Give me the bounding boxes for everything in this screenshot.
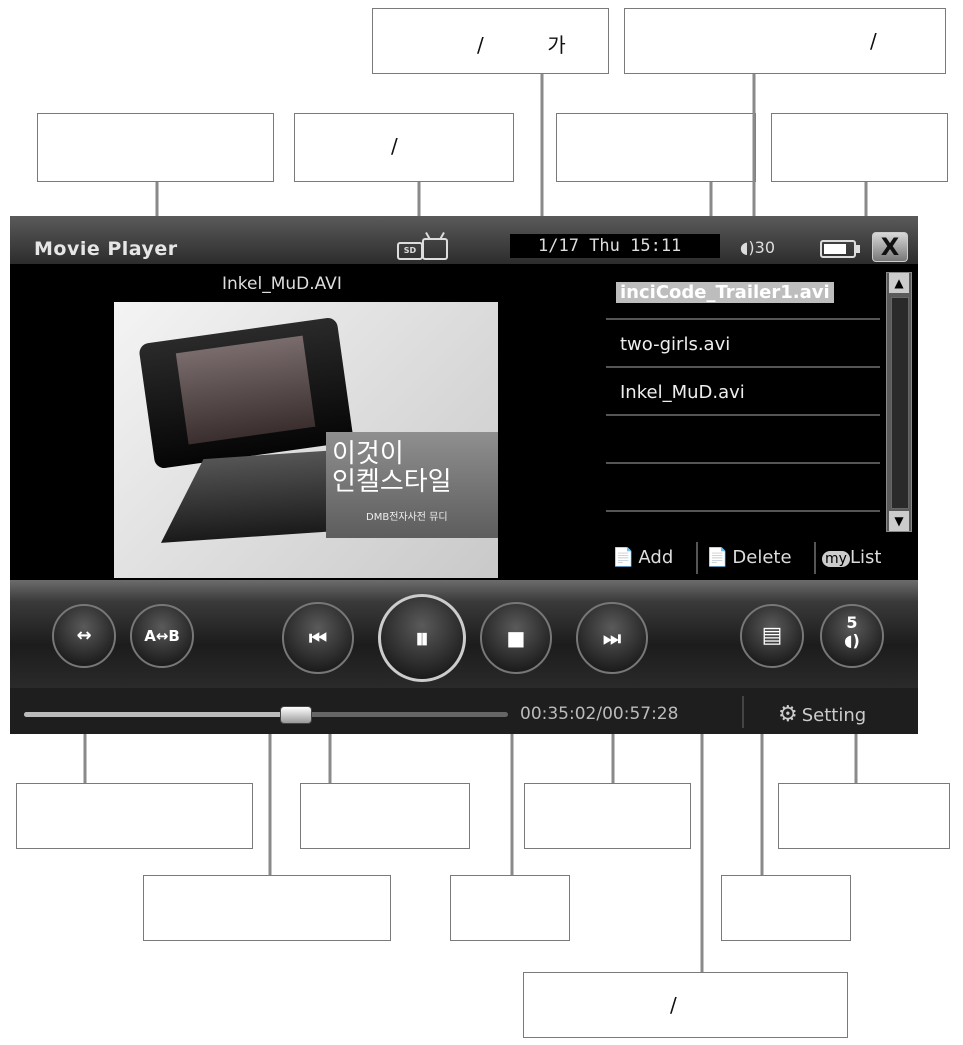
video-text-small: DMB전자사전 뮤디 — [366, 512, 448, 523]
divider — [742, 696, 744, 728]
scroll-down-icon[interactable]: ▼ — [889, 511, 909, 531]
playlist: inciCode_Trailer1.avi two-girls.avi Inke… — [606, 274, 882, 532]
volume-value: 30 — [754, 238, 776, 257]
delete-file-icon: 📄 — [706, 547, 729, 568]
repeat-ab-button[interactable]: A↔B — [130, 604, 194, 668]
clock-panel: 1/17 Thu 15:11 — [510, 234, 720, 258]
volume-button[interactable]: 5 ◖) — [820, 604, 884, 668]
playlist-item-empty[interactable] — [606, 466, 880, 512]
sd-card-icon: SD — [397, 242, 423, 260]
video-frame[interactable]: 이것이 인켈스타일 DMB전자사전 뮤디 — [114, 302, 498, 578]
app-title: Movie Player — [34, 238, 178, 260]
playlist-toggle-button[interactable]: ▤ — [740, 604, 804, 668]
volume-level: 5 — [846, 613, 858, 632]
screen-mode-button[interactable]: ↔ — [52, 604, 116, 668]
tv-icon — [422, 238, 448, 260]
gear-icon: ⚙ — [778, 702, 798, 727]
setting-button[interactable]: ⚙ Setting — [778, 702, 866, 727]
add-button[interactable]: 📄 Add — [612, 538, 673, 578]
playlist-scrollbar[interactable]: ▲ ▼ — [886, 272, 912, 532]
pause-icon: ⏸ — [414, 622, 429, 655]
video-text-line1: 이것이 — [332, 439, 404, 469]
mylist-button[interactable]: my List — [822, 538, 881, 578]
close-button[interactable]: X — [872, 232, 908, 262]
scroll-thumb[interactable] — [891, 297, 909, 509]
battery-icon — [820, 240, 860, 258]
playlist-item-empty[interactable] — [606, 418, 880, 464]
playlist-item[interactable]: inciCode_Trailer1.avi — [606, 274, 880, 320]
my-badge: my — [822, 551, 850, 567]
speaker-icon: ◖) — [740, 238, 755, 257]
next-button[interactable]: ⏭ — [576, 602, 648, 674]
playlist-item[interactable]: Inkel_MuD.avi — [606, 370, 880, 416]
time-display: 00:35:02/00:57:28 — [520, 704, 679, 724]
stop-button[interactable]: ■ — [480, 602, 552, 674]
video-phone-image — [138, 316, 354, 470]
list-icon: ▤ — [761, 623, 783, 648]
volume-indicator: ◖)30 — [740, 238, 775, 257]
playlist-item[interactable]: two-girls.avi — [606, 322, 880, 368]
next-icon: ⏭ — [603, 626, 621, 650]
speaker-icon: ◖) — [844, 631, 860, 650]
previous-icon: ⏮ — [309, 626, 327, 650]
now-playing-title: Inkel_MuD.AVI — [222, 274, 342, 294]
delete-button[interactable]: 📄 Delete — [706, 538, 792, 578]
divider — [696, 542, 698, 574]
video-promo-panel: 이것이 인켈스타일 DMB전자사전 뮤디 — [326, 432, 498, 538]
movie-player-screen: Movie Player SD 1/17 Thu 15:11 ◖)30 X In… — [10, 216, 918, 734]
clock-text: 1/17 Thu 15:11 — [538, 236, 682, 256]
pause-button[interactable]: ⏸ — [378, 594, 466, 682]
previous-button[interactable]: ⏮ — [282, 602, 354, 674]
progress-fill — [24, 712, 296, 717]
scroll-up-icon[interactable]: ▲ — [889, 273, 909, 293]
stop-icon: ■ — [506, 626, 526, 650]
progress-knob[interactable] — [280, 706, 313, 724]
video-text-line2: 인켈스타일 — [332, 467, 452, 497]
divider — [814, 542, 816, 574]
add-file-icon: 📄 — [612, 547, 635, 568]
